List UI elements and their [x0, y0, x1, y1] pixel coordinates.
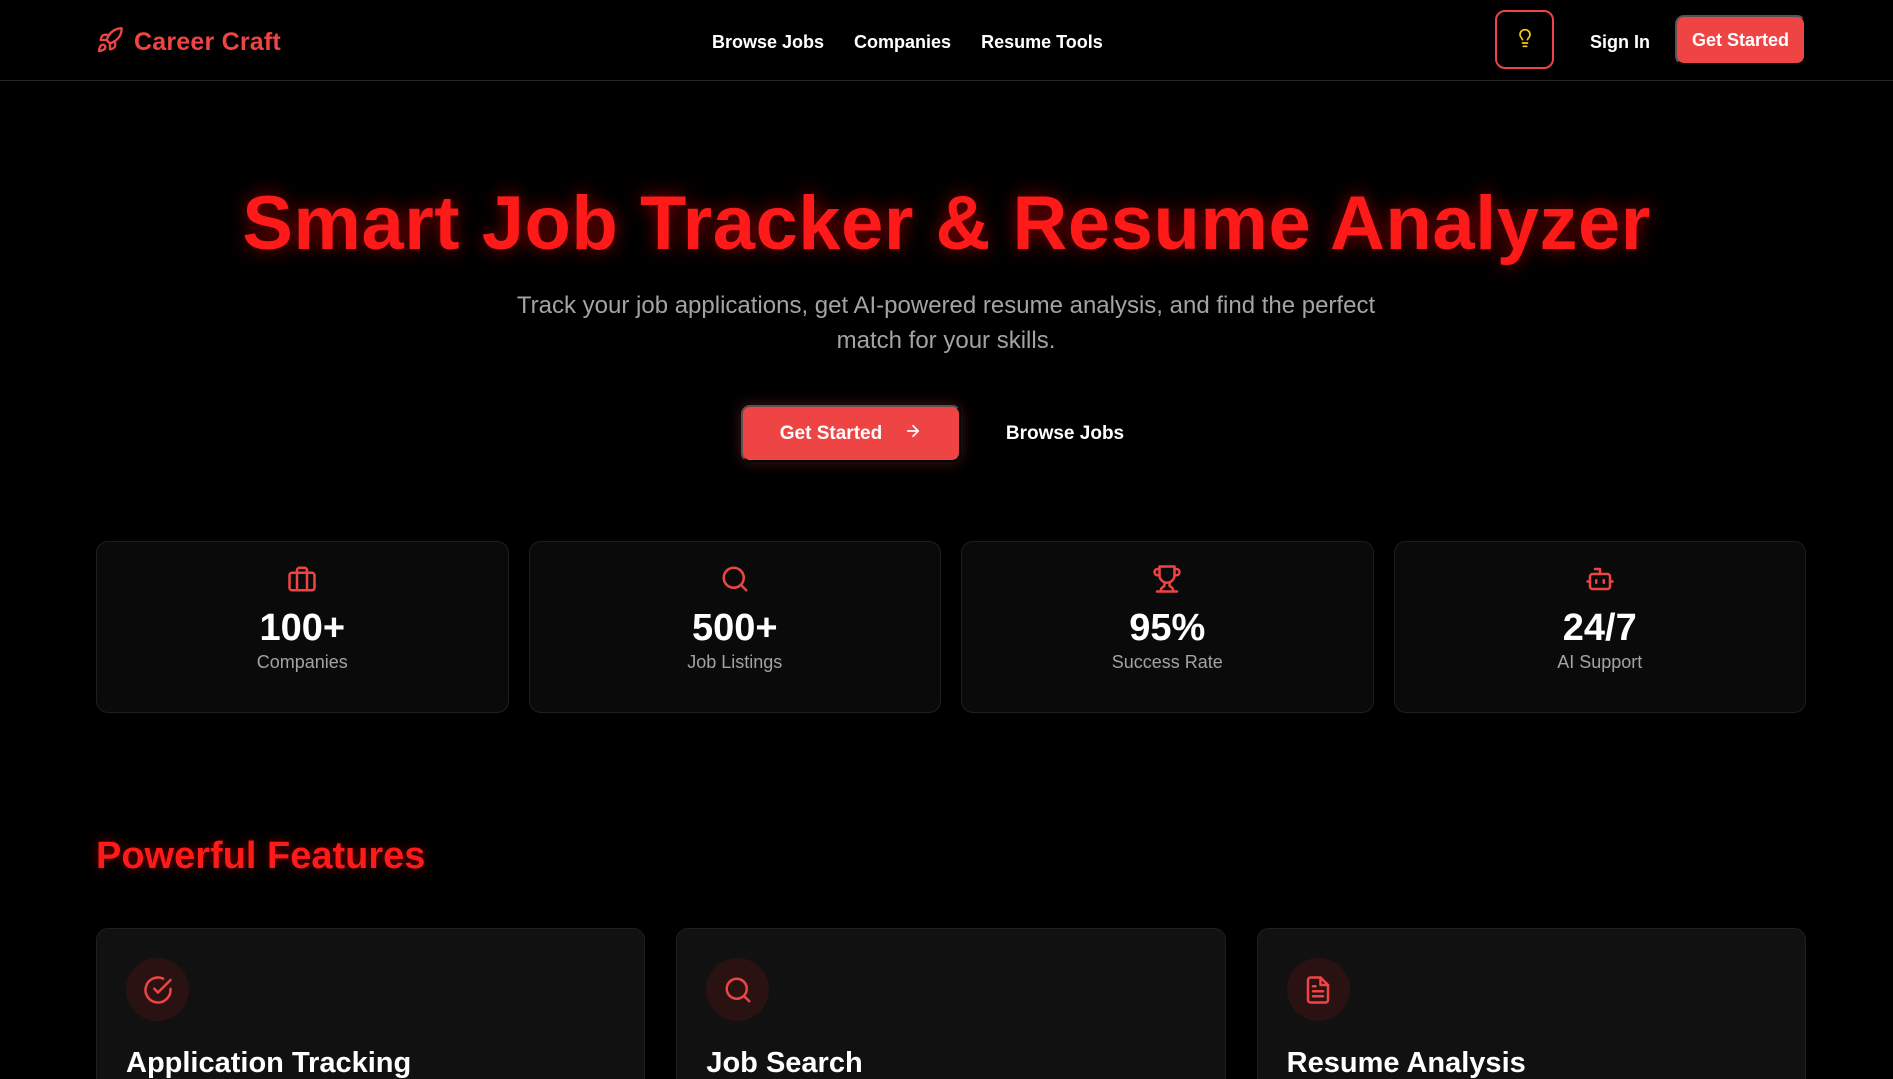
check-circle-icon — [126, 958, 189, 1021]
nav-links: Browse Jobs Companies Resume Tools — [712, 28, 1103, 56]
stat-label: Companies — [256, 652, 348, 672]
hero-get-started-button[interactable]: Get Started — [741, 405, 961, 462]
nav-link-resume-tools[interactable]: Resume Tools — [981, 32, 1103, 53]
hero-title: Smart Job Tracker & Resume Analyzer — [242, 181, 1651, 266]
stat-card-ai-support: 24/7 AI Support — [1393, 541, 1806, 713]
feature-card-job-search[interactable]: Job Search — [676, 928, 1226, 1079]
bot-icon — [1585, 564, 1615, 594]
stat-card-companies: 100+ Companies — [96, 541, 509, 713]
search-icon — [720, 564, 750, 594]
stat-value: 24/7 — [1562, 607, 1637, 649]
search-icon — [706, 958, 770, 1021]
stat-label: AI Support — [1557, 652, 1643, 672]
nav-link-companies[interactable]: Companies — [854, 32, 951, 53]
feature-card-resume-analysis[interactable]: Resume Analysis — [1256, 928, 1806, 1079]
stat-card-job-listings: 500+ Job Listings — [528, 541, 941, 713]
lightbulb-icon — [1515, 28, 1535, 51]
nav-get-started-button[interactable]: Get Started — [1675, 15, 1806, 65]
hero-browse-jobs-link[interactable]: Browse Jobs — [1000, 405, 1130, 462]
feature-title: Application Tracking — [126, 1047, 412, 1079]
stat-value: 500+ — [691, 607, 778, 649]
features-heading: Powerful Features — [96, 835, 426, 877]
stats-row: 100+ Companies 500+ Job Listings 95% Suc… — [96, 541, 1806, 713]
theme-toggle-button[interactable] — [1495, 10, 1554, 69]
landing-page: Career Craft Browse Jobs Companies Resum… — [0, 0, 1893, 1079]
rocket-icon — [96, 26, 124, 59]
stat-label: Job Listings — [687, 652, 783, 672]
feature-title: Job Search — [706, 1047, 863, 1079]
file-text-icon — [1286, 958, 1350, 1021]
brand-name: Career Craft — [134, 27, 281, 56]
trophy-icon — [1152, 564, 1182, 594]
sign-in-link[interactable]: Sign In — [1590, 28, 1650, 56]
features-row: Application Tracking Job Search Resume A… — [96, 928, 1806, 1079]
arrow-right-icon — [904, 422, 922, 446]
stat-card-success-rate: 95% Success Rate — [961, 541, 1374, 713]
stat-value: 100+ — [259, 607, 346, 649]
feature-title: Resume Analysis — [1286, 1047, 1526, 1079]
navbar: Career Craft Browse Jobs Companies Resum… — [0, 0, 1893, 81]
hero-subtitle: Track your job applications, get AI-powe… — [516, 292, 1376, 354]
stat-label: Success Rate — [1111, 652, 1223, 672]
hero-cta-label: Get Started — [779, 422, 883, 444]
briefcase-icon — [287, 564, 317, 594]
nav-link-browse-jobs[interactable]: Browse Jobs — [712, 32, 824, 53]
stat-value: 95% — [1129, 607, 1206, 649]
feature-card-application-tracking[interactable]: Application Tracking — [96, 928, 646, 1079]
brand-logo-link[interactable]: Career Craft — [96, 24, 281, 60]
